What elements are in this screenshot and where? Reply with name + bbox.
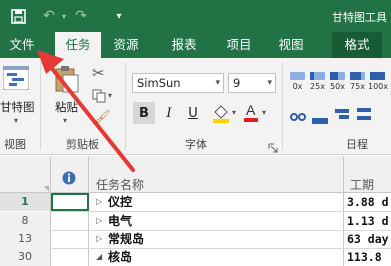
annotation-arrow: [37, 50, 135, 172]
app-window: ↶ ▾ ↷ ▾ 甘特图工具 文件 任务 资源 报表 项目 视图 格式 甘特图 ▾…: [0, 0, 391, 266]
